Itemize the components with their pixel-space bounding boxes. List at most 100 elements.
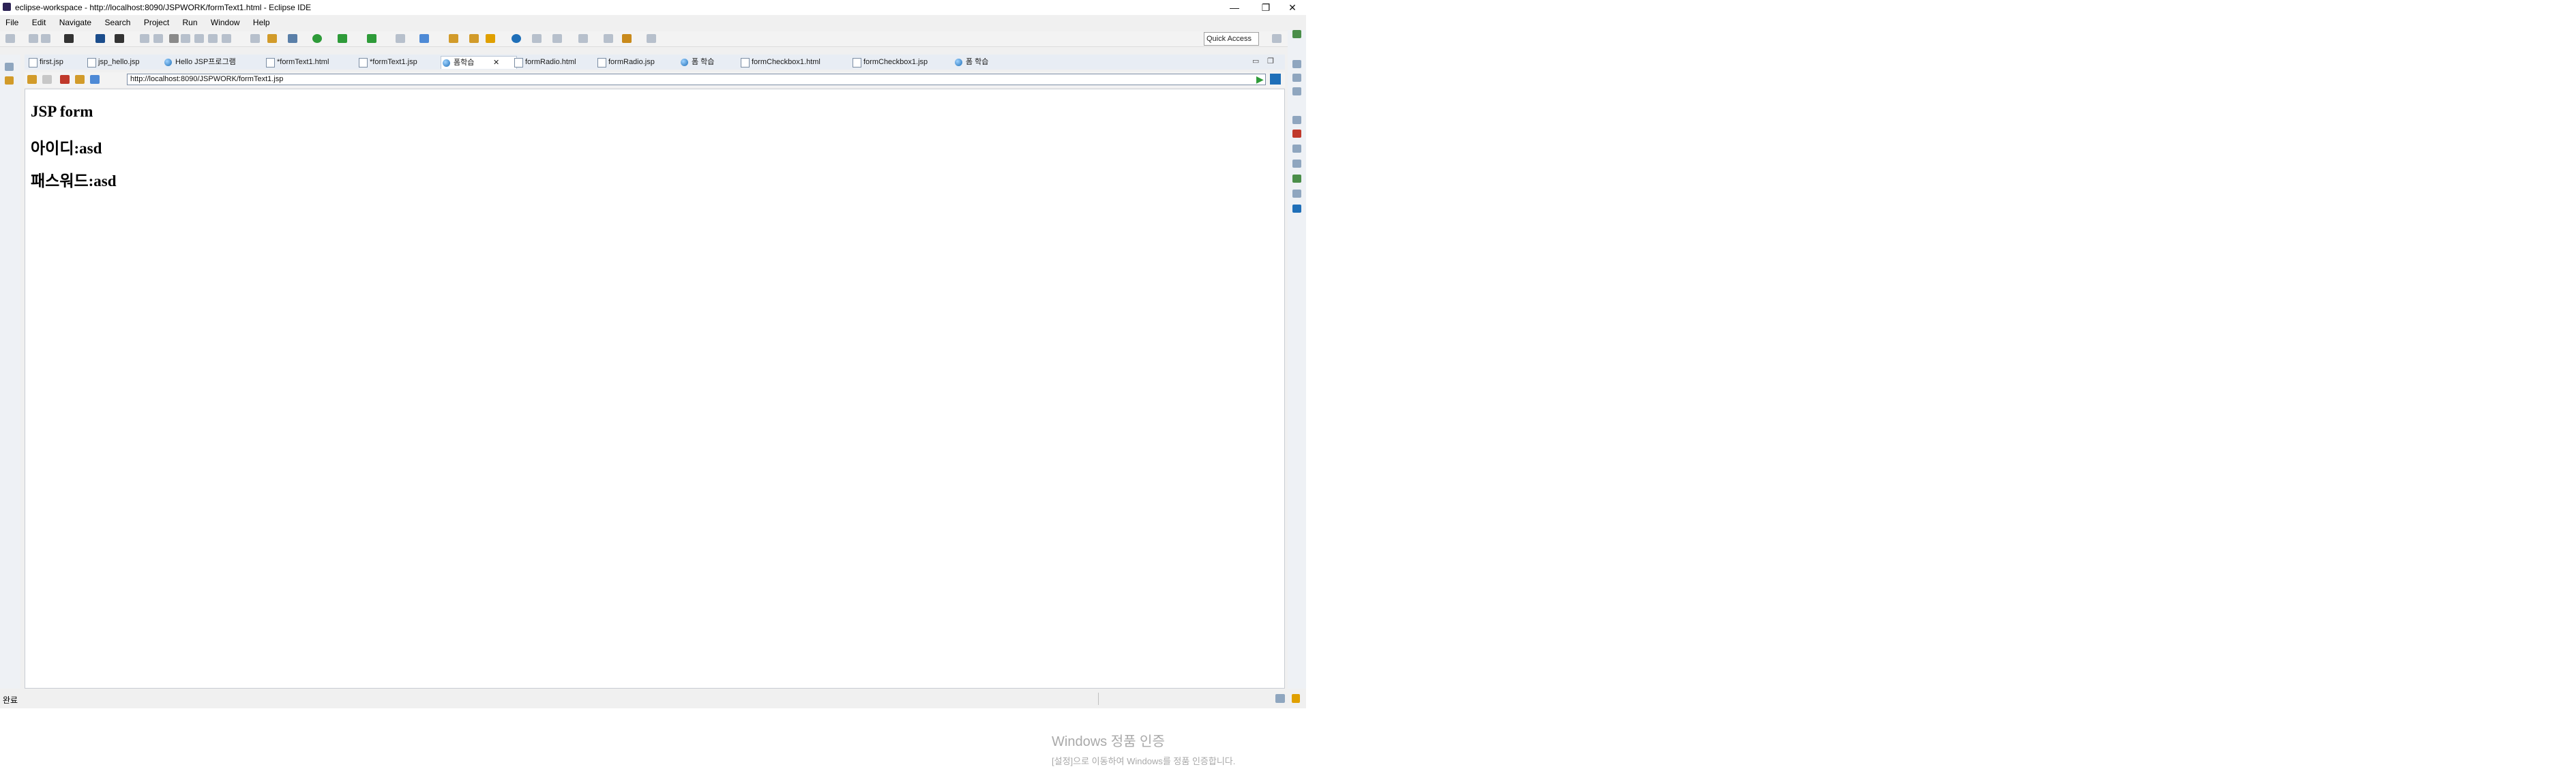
skip-breakpoints-icon[interactable]	[115, 34, 124, 43]
resume-icon[interactable]	[140, 34, 149, 43]
open-folder-icon[interactable]	[469, 34, 479, 43]
new-java-icon[interactable]	[419, 34, 429, 43]
back-icon[interactable]	[27, 75, 37, 84]
watermark-title: Windows 정품 인증	[1052, 734, 1165, 749]
tab-formcheckbox1-jsp[interactable]: formCheckbox1.jsp	[851, 56, 928, 68]
maximize-button[interactable]: ❐	[1250, 0, 1282, 15]
main-toolbar	[0, 31, 1306, 47]
tab-first-jsp[interactable]: first.jsp	[27, 56, 63, 68]
debug-icon[interactable]	[288, 34, 297, 43]
tab-form-study-2[interactable]: 폼 학습	[679, 56, 714, 68]
annotation-icon[interactable]	[532, 34, 542, 43]
notification-icon[interactable]	[1292, 694, 1300, 703]
next-annotation-icon[interactable]	[578, 34, 588, 43]
tab-label: formRadio.jsp	[608, 58, 655, 66]
disconnect-icon[interactable]	[181, 34, 190, 43]
maximize-editor-icon[interactable]: ❐	[1267, 57, 1274, 65]
snippets-icon[interactable]	[1292, 190, 1301, 198]
step-into-icon[interactable]	[194, 34, 204, 43]
forward-icon[interactable]	[647, 34, 656, 43]
tab-jsp-hello-jsp[interactable]: jsp_hello.jsp	[86, 56, 140, 68]
tab-hello-jsp-program[interactable]: Hello JSP프로그램	[163, 56, 236, 68]
restore-icon[interactable]	[5, 63, 14, 71]
run-external-icon[interactable]	[338, 34, 347, 43]
close-tab-icon[interactable]: ✕	[493, 57, 499, 69]
suspend-icon[interactable]	[153, 34, 163, 43]
menu-help[interactable]: Help	[248, 16, 276, 29]
status-divider	[1098, 693, 1099, 705]
coverage-icon[interactable]	[367, 34, 376, 43]
tab-label: 폼학습	[454, 59, 475, 67]
eclipse-window: eclipse-workspace - http://localhost:809…	[0, 0, 1306, 766]
tab-formradio-html[interactable]: formRadio.html	[513, 56, 576, 68]
build-icon[interactable]	[267, 34, 277, 43]
file-icon	[853, 58, 861, 67]
terminate-icon[interactable]	[169, 34, 179, 43]
tab-form-study-3[interactable]: 폼 학습	[953, 56, 988, 68]
minimize-editor-icon[interactable]: ▭	[1252, 57, 1259, 65]
menu-file[interactable]: File	[0, 16, 24, 29]
new-server-icon[interactable]	[396, 34, 405, 43]
tab-formradio-jsp[interactable]: formRadio.jsp	[596, 56, 655, 68]
status-text: 완료	[3, 695, 18, 705]
home-icon[interactable]	[90, 75, 100, 84]
menu-run[interactable]: Run	[177, 16, 203, 29]
console-view-icon[interactable]	[1292, 205, 1301, 213]
menu-search[interactable]: Search	[99, 16, 136, 29]
last-edit-icon[interactable]	[604, 34, 613, 43]
tab-formtext1-jsp[interactable]: *formText1.jsp	[357, 56, 417, 68]
step-return-icon[interactable]	[222, 34, 231, 43]
task-list-icon[interactable]	[1292, 87, 1301, 95]
file-icon	[359, 58, 368, 67]
step-over-icon[interactable]	[208, 34, 218, 43]
url-input[interactable]	[127, 74, 1266, 85]
open-external-browser-icon[interactable]	[1270, 74, 1281, 85]
run-icon[interactable]	[312, 34, 322, 43]
tab-form-study-active[interactable]: 폼학습 ✕	[441, 56, 517, 69]
restore-icon[interactable]	[1292, 60, 1301, 68]
back-icon[interactable]	[622, 34, 632, 43]
data-source-icon[interactable]	[1292, 175, 1301, 183]
close-button[interactable]: ✕	[1280, 0, 1305, 15]
browser-content: JSP form 아이디:asd 패스워드:asd Windows 정품 인증 …	[25, 89, 1285, 766]
page-heading: JSP form	[31, 103, 93, 120]
pin-icon[interactable]	[552, 34, 562, 43]
id-result: 아이디:asd	[31, 140, 102, 157]
editor-tab-bar: first.jsp jsp_hello.jsp Hello JSP프로그램 *f…	[25, 55, 1285, 70]
tab-formcheckbox1-html[interactable]: formCheckbox1.html	[739, 56, 820, 68]
markers-icon[interactable]	[1292, 130, 1301, 138]
monitor-icon[interactable]	[95, 34, 105, 43]
restore-bottom-icon[interactable]	[1292, 116, 1301, 124]
file-icon	[87, 58, 96, 67]
forward-icon[interactable]	[42, 75, 52, 84]
new-icon[interactable]	[5, 34, 15, 43]
open-type-icon[interactable]	[449, 34, 458, 43]
quick-access-input[interactable]: Quick Access	[1204, 32, 1259, 46]
web-browser-icon[interactable]	[512, 34, 521, 43]
open-perspective-icon[interactable]	[1272, 34, 1282, 43]
go-icon[interactable]: ▶	[1256, 74, 1264, 85]
menu-window[interactable]: Window	[205, 16, 246, 29]
refresh-icon[interactable]	[75, 75, 85, 84]
properties-icon[interactable]	[1292, 145, 1301, 153]
search-tool-icon[interactable]	[486, 34, 495, 43]
minimize-button[interactable]: —	[1219, 0, 1250, 15]
perspective-icon[interactable]	[1292, 30, 1301, 38]
progress-icon[interactable]	[1275, 694, 1285, 703]
outline-icon[interactable]	[1292, 74, 1301, 82]
menu-navigate[interactable]: Navigate	[54, 16, 97, 29]
tab-label: formCheckbox1.html	[752, 58, 820, 66]
server-icon[interactable]	[64, 34, 74, 43]
window-title: eclipse-workspace - http://localhost:809…	[15, 3, 312, 12]
save-icon[interactable]	[29, 34, 38, 43]
file-icon	[29, 58, 38, 67]
project-explorer-icon[interactable]	[5, 76, 14, 85]
menu-edit[interactable]: Edit	[27, 16, 52, 29]
save-all-icon[interactable]	[41, 34, 50, 43]
console-icon[interactable]	[250, 34, 260, 43]
servers-icon[interactable]	[1292, 160, 1301, 168]
tab-formtext1-html[interactable]: *formText1.html	[265, 56, 329, 68]
stop-icon[interactable]	[60, 75, 70, 84]
menu-project[interactable]: Project	[138, 16, 175, 29]
title-bar: eclipse-workspace - http://localhost:809…	[0, 0, 1306, 15]
